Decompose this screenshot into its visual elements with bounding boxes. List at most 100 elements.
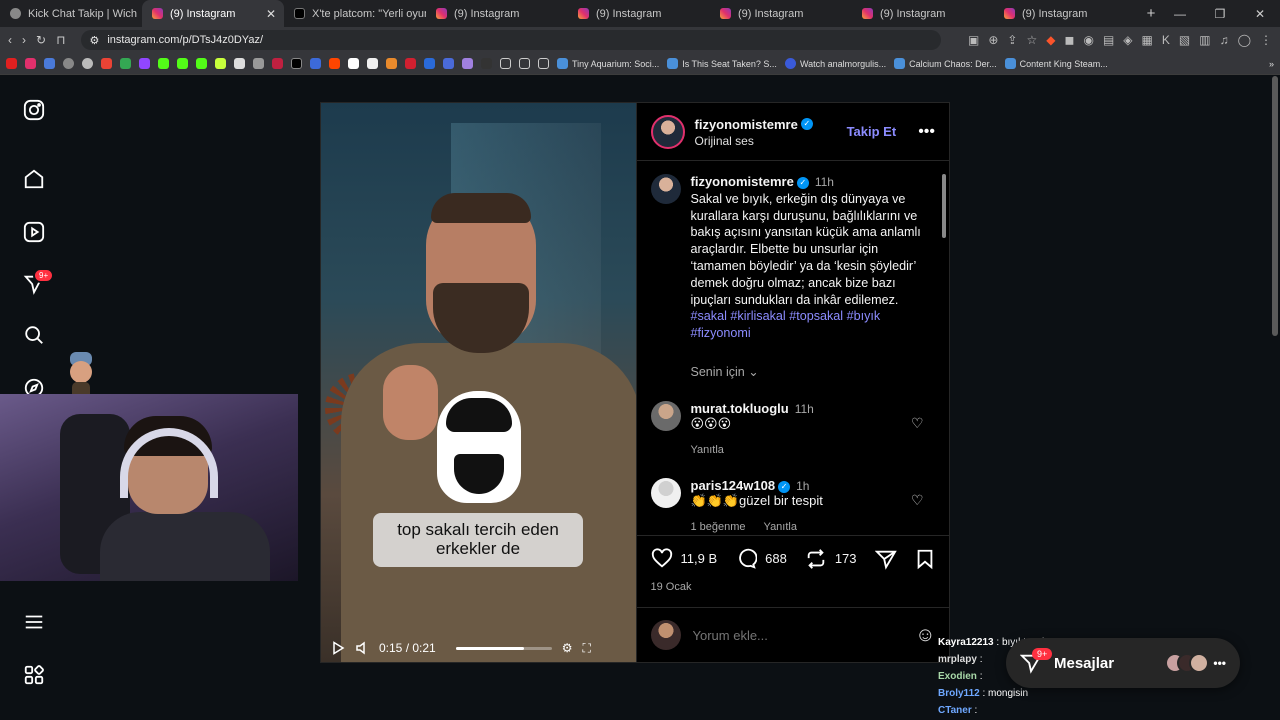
likes-count[interactable]: 11,9 B xyxy=(681,551,718,566)
author-avatar[interactable] xyxy=(650,174,681,204)
menu-icon[interactable] xyxy=(22,610,46,634)
settings-icon[interactable]: ⚙ xyxy=(562,641,573,655)
kick-bookmark-icon[interactable] xyxy=(158,58,169,69)
shield-icon[interactable]: ◆ xyxy=(1046,33,1055,47)
folder-icon[interactable] xyxy=(519,58,530,69)
extension-icon[interactable]: ▤ xyxy=(1103,33,1114,47)
caption-username[interactable]: fizyonomistemre xyxy=(691,174,794,189)
minimize-icon[interactable]: — xyxy=(1160,0,1200,27)
my-avatar[interactable] xyxy=(650,620,681,650)
instagram-logo-icon[interactable] xyxy=(22,98,46,122)
bookmark-item[interactable]: Calcium Chaos: Der... xyxy=(894,58,997,69)
bookmark-icon[interactable] xyxy=(481,58,492,69)
share-icon[interactable]: ⇪ xyxy=(1007,33,1017,47)
page-scrollbar[interactable] xyxy=(1272,76,1278,336)
fullscreen-icon[interactable]: ⛶ xyxy=(582,641,590,656)
globe-bookmark-icon[interactable] xyxy=(63,58,74,69)
follow-button[interactable]: Takip Et xyxy=(847,124,897,139)
new-tab-icon[interactable]: + xyxy=(1140,5,1162,22)
folder-icon[interactable] xyxy=(538,58,549,69)
reposts-count[interactable]: 173 xyxy=(835,551,857,566)
author-avatar[interactable] xyxy=(650,114,685,149)
save-icon[interactable] xyxy=(914,548,936,570)
reel-video[interactable]: top sakalı tercih eden erkekler de 0:15 … xyxy=(321,103,636,662)
close-tab-icon[interactable]: ✕ xyxy=(266,7,276,21)
browser-tab[interactable]: (9) Instagram xyxy=(994,0,1136,27)
extension-icon[interactable]: ◼ xyxy=(1064,33,1074,47)
bookmark-icon[interactable] xyxy=(272,58,283,69)
instagram-bookmark-icon[interactable] xyxy=(25,58,36,69)
home-icon[interactable] xyxy=(22,167,46,191)
x-bookmark-icon[interactable] xyxy=(291,58,302,69)
bookmark-item[interactable]: Watch analmorgulis... xyxy=(784,58,886,69)
sidebar-icon[interactable]: ▥ xyxy=(1199,33,1210,47)
comments-scrollbar[interactable] xyxy=(941,164,947,535)
globe-bookmark-icon[interactable] xyxy=(82,58,93,69)
video-progress-bar[interactable] xyxy=(455,646,552,650)
twitch-bookmark-icon[interactable] xyxy=(139,58,150,69)
messages-button[interactable]: Mesajlar ••• xyxy=(1006,638,1240,688)
extension-icon[interactable]: ▧ xyxy=(1179,33,1190,47)
reels-icon[interactable] xyxy=(22,220,46,244)
bookmark-item[interactable]: Is This Seat Taken? S... xyxy=(667,58,777,69)
comments-count[interactable]: 688 xyxy=(765,551,787,566)
more-bookmarks-icon[interactable]: » xyxy=(1269,59,1274,69)
zoom-icon[interactable]: ⊕ xyxy=(988,33,998,47)
browser-tab-active[interactable]: (9) Instagram ✕ xyxy=(142,0,284,27)
bookmark-item[interactable]: Content King Steam... xyxy=(1004,58,1108,69)
bookmark-icon[interactable] xyxy=(215,58,226,69)
scrollbar-thumb[interactable] xyxy=(942,174,946,238)
for-you-dropdown[interactable]: Senin için ⌄ xyxy=(691,364,936,379)
bookmark-item[interactable]: Tiny Aquarium: Soci... xyxy=(557,58,659,69)
gmail-bookmark-icon[interactable] xyxy=(101,58,112,69)
comment-icon[interactable] xyxy=(735,548,758,570)
bookmark-icon[interactable] xyxy=(462,58,473,69)
share-icon[interactable] xyxy=(874,548,897,570)
bookmark-icon[interactable] xyxy=(367,58,378,69)
more-apps-icon[interactable] xyxy=(22,663,46,687)
search-icon[interactable] xyxy=(22,323,46,347)
bookmark-icon[interactable] xyxy=(424,58,435,69)
address-bar[interactable]: ⚙ instagram.com/p/DTsJ4z0DYaz/ xyxy=(81,30,942,50)
browser-tab[interactable]: X'te platcom: "Yerli oyun stüdy xyxy=(284,0,426,27)
forward-icon[interactable]: › xyxy=(22,33,26,47)
bookmark-icon[interactable] xyxy=(44,58,55,69)
bookmark-icon[interactable] xyxy=(310,58,321,69)
reddit-bookmark-icon[interactable] xyxy=(329,58,340,69)
close-window-icon[interactable]: ✕ xyxy=(1240,0,1280,27)
bookmark-icon[interactable] xyxy=(348,58,359,69)
commenter-username[interactable]: murat.tokluoglu xyxy=(691,401,789,416)
like-comment-icon[interactable]: ♡ xyxy=(911,492,924,509)
extension-icon[interactable]: ◉ xyxy=(1083,33,1093,47)
reload-icon[interactable]: ↻ xyxy=(36,33,46,47)
comment-input[interactable] xyxy=(692,627,893,643)
caption-hashtags[interactable]: #sakal #kirlisakal #topsakal #bıyık #fiz… xyxy=(691,308,929,342)
commenter-username[interactable]: paris124w108 xyxy=(691,478,776,493)
music-icon[interactable]: ♫ xyxy=(1220,33,1229,47)
repost-icon[interactable] xyxy=(805,548,827,570)
browser-tab[interactable]: Kick Chat Takip | Wich xyxy=(0,0,142,27)
extension-icon[interactable]: ◈ xyxy=(1123,33,1132,47)
extension-icon[interactable]: K xyxy=(1162,33,1170,47)
menu-icon[interactable]: ⋮ xyxy=(1260,33,1272,47)
bookmark-icon[interactable] xyxy=(234,58,245,69)
profile-icon[interactable]: ◯ xyxy=(1238,33,1251,47)
bookmark-icon[interactable] xyxy=(443,58,454,69)
screenshot-icon[interactable]: ▣ xyxy=(968,33,979,47)
more-options-icon[interactable]: ••• xyxy=(918,123,935,141)
reply-button[interactable]: Yanıtla xyxy=(764,521,797,533)
youtube-bookmark-icon[interactable] xyxy=(6,58,17,69)
site-settings-icon[interactable]: ⚙ xyxy=(89,34,99,47)
bookmark-icon[interactable] xyxy=(253,58,264,69)
commenter-avatar[interactable] xyxy=(650,477,681,508)
browser-tab[interactable]: (9) Instagram xyxy=(426,0,568,27)
maximize-icon[interactable]: ❐ xyxy=(1200,0,1240,27)
like-comment-icon[interactable]: ♡ xyxy=(911,415,924,432)
bookmark-icon[interactable] xyxy=(405,58,416,69)
star-icon[interactable]: ☆ xyxy=(1026,33,1037,47)
browser-tab[interactable]: (9) Instagram xyxy=(852,0,994,27)
emoji-icon[interactable]: ☺ xyxy=(915,624,935,647)
kick-bookmark-icon[interactable] xyxy=(196,58,207,69)
like-icon[interactable] xyxy=(651,547,673,570)
drive-bookmark-icon[interactable] xyxy=(120,58,131,69)
